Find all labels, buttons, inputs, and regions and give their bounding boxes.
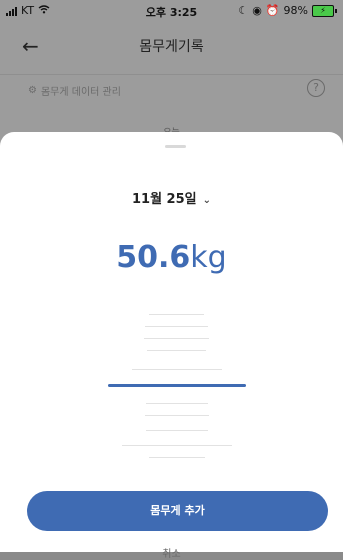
ruler-tick xyxy=(149,457,205,458)
sheet-handle[interactable] xyxy=(165,145,186,148)
ruler-tick xyxy=(146,430,208,431)
weight-value: 50.6 xyxy=(116,240,191,275)
data-manage-label[interactable]: ⚙ 몸무게 데이터 관리 xyxy=(28,83,121,98)
cancel-button[interactable]: 취소 xyxy=(0,545,343,560)
weight-display: 50.6kg xyxy=(0,240,343,275)
status-bar: KT 오후 3:25 ☾ ◉ ⏰ 98% ⚡ xyxy=(0,0,343,22)
battery-icon: ⚡ xyxy=(312,4,337,17)
date-selector[interactable]: 11월 25일 ⌄ xyxy=(0,188,343,207)
weight-ruler-picker[interactable] xyxy=(0,308,343,468)
app-header: ← 몸무게기록 xyxy=(0,22,343,68)
data-manage-row[interactable]: ⚙ 몸무게 데이터 관리 ? xyxy=(0,74,343,105)
question-circle-icon[interactable]: ? xyxy=(307,79,325,97)
page-title: 몸무게기록 xyxy=(139,39,204,55)
ruler-tick xyxy=(145,415,209,416)
status-right: ☾ ◉ ⏰ 98% ⚡ xyxy=(238,4,337,17)
ruler-tick xyxy=(145,326,208,327)
moon-icon: ☾ xyxy=(238,4,249,17)
add-weight-button[interactable]: 몸무게 추가 xyxy=(27,491,328,531)
data-manage-text: 몸무게 데이터 관리 xyxy=(40,87,121,98)
charging-icon: ⚡ xyxy=(312,4,334,17)
ruler-tick xyxy=(144,338,209,339)
ruler-tick xyxy=(146,403,208,404)
gear-icon: ⚙ xyxy=(28,85,37,96)
chevron-down-icon: ⌄ xyxy=(202,195,212,206)
ruler-selected-line xyxy=(108,384,246,387)
battery-percent: 98% xyxy=(283,4,308,17)
bottom-sheet: 11월 25일 ⌄ 50.6kg 몸무게 추가 취소 xyxy=(0,132,343,560)
weight-unit: kg xyxy=(190,240,227,275)
ruler-tick xyxy=(132,369,222,370)
lock-rotation-icon: ◉ xyxy=(252,4,262,17)
alarm-icon: ⏰ xyxy=(265,4,280,17)
ruler-tick xyxy=(147,350,206,351)
date-label: 11월 25일 xyxy=(131,192,197,207)
ruler-tick xyxy=(149,314,204,315)
ruler-tick xyxy=(122,445,232,446)
